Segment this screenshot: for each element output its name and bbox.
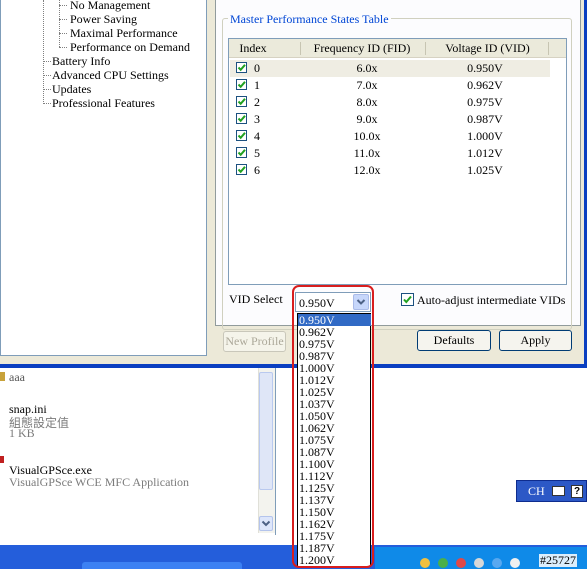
tree-connector (59, 19, 67, 20)
tray-icon[interactable] (510, 558, 520, 568)
tree-connector (59, 5, 67, 6)
checkmark-icon (237, 149, 246, 157)
cell-vid: 1.025V (467, 163, 503, 177)
scrollbar-thumb[interactable] (259, 372, 273, 490)
checkmark-icon (237, 132, 246, 140)
column-header-fid[interactable]: Frequency ID (FID) (300, 40, 424, 57)
cell-fid: 10.0x (353, 129, 381, 143)
tree-connector (59, 47, 67, 48)
checkmark-icon (237, 98, 246, 106)
cell-index: 1 (254, 78, 260, 92)
tray-icon[interactable] (438, 558, 448, 568)
row-checkbox[interactable] (236, 62, 247, 73)
explorer-window (0, 368, 276, 535)
cell-index: 5 (254, 146, 260, 160)
image-counter: #25727 (539, 553, 577, 567)
tray-icon[interactable] (456, 558, 466, 568)
cell-vid: 0.950V (467, 61, 503, 75)
file-type: VisualGPSce WCE MFC Application (9, 475, 190, 489)
cell-vid: 0.962V (467, 78, 503, 92)
row-checkbox[interactable] (236, 130, 247, 141)
auto-adjust-checkbox[interactable] (401, 293, 414, 306)
tree-item-power-saving[interactable]: Power Saving (70, 12, 137, 26)
chevron-down-icon (261, 520, 271, 527)
row-checkbox[interactable] (236, 96, 247, 107)
file-name[interactable]: aaa (9, 370, 25, 385)
cell-fid: 11.0x (353, 146, 381, 160)
cell-index: 0 (254, 61, 260, 75)
checkmark-icon (237, 64, 246, 72)
checkmark-icon (403, 295, 412, 304)
app-icon (0, 456, 4, 463)
vid-select-label: VID Select (229, 292, 283, 306)
tree-item-battery-info[interactable]: Battery Info (52, 54, 110, 68)
cell-vid: 1.012V (467, 146, 503, 160)
cell-fid: 6.0x (356, 61, 378, 75)
tray-icon[interactable] (420, 558, 430, 568)
tree-item-no-management[interactable]: No Management (70, 0, 150, 12)
tray-icon[interactable] (492, 558, 502, 568)
cell-index: 2 (254, 95, 260, 109)
defaults-button[interactable]: Defaults (417, 330, 491, 351)
checkmark-icon (237, 115, 246, 123)
auto-adjust-label[interactable]: Auto-adjust intermediate VIDs (417, 293, 565, 308)
new-profile-button[interactable]: New Profile (223, 331, 286, 352)
tree-connector (59, 0, 60, 47)
cell-index: 3 (254, 112, 260, 126)
row-checkbox[interactable] (236, 164, 247, 175)
row-checkbox[interactable] (236, 147, 247, 158)
tree-item-professional-features[interactable]: Professional Features (52, 96, 155, 110)
cell-vid: 0.987V (467, 112, 503, 126)
taskbar-button[interactable] (82, 562, 242, 569)
cell-vid: 1.000V (467, 129, 503, 143)
checkmark-icon (237, 81, 246, 89)
cell-vid: 0.975V (467, 95, 503, 109)
tree-item-advanced-cpu-settings[interactable]: Advanced CPU Settings (52, 68, 169, 82)
cell-index: 4 (254, 129, 260, 143)
tree-connector (43, 89, 51, 90)
help-icon[interactable]: ? (571, 485, 583, 498)
tree-connector (59, 33, 67, 34)
cell-fid: 9.0x (356, 112, 378, 126)
tree-connector (43, 75, 51, 76)
tree-item-maximal-performance[interactable]: Maximal Performance (70, 26, 178, 40)
keyboard-icon[interactable] (552, 486, 565, 496)
column-separator (548, 42, 549, 55)
column-header-index[interactable]: Index (230, 40, 276, 57)
language-indicator[interactable]: CH (528, 484, 545, 499)
row-checkbox[interactable] (236, 79, 247, 90)
tree-connector (43, 103, 51, 104)
tray-icon[interactable] (474, 558, 484, 568)
cell-fid: 8.0x (356, 95, 378, 109)
tree-connector (43, 61, 51, 62)
tree-item-performance-on-demand[interactable]: Performance on Demand (70, 40, 190, 54)
checkmark-icon (237, 166, 246, 174)
folder-icon (0, 372, 5, 381)
cell-index: 6 (254, 163, 260, 177)
cell-fid: 7.0x (356, 78, 378, 92)
language-bar[interactable]: CH ? (516, 480, 587, 502)
group-title: Master Performance States Table (228, 12, 391, 27)
tree-item-updates[interactable]: Updates (52, 82, 91, 96)
column-header-vid[interactable]: Voltage ID (VID) (425, 40, 550, 57)
cell-fid: 12.0x (353, 163, 381, 177)
row-checkbox[interactable] (236, 113, 247, 124)
file-size: 1 KB (9, 426, 35, 440)
scroll-down-button[interactable] (259, 516, 273, 531)
highlight-annotation (292, 285, 374, 568)
tree-connector (43, 0, 44, 102)
apply-button[interactable]: Apply (499, 330, 572, 351)
